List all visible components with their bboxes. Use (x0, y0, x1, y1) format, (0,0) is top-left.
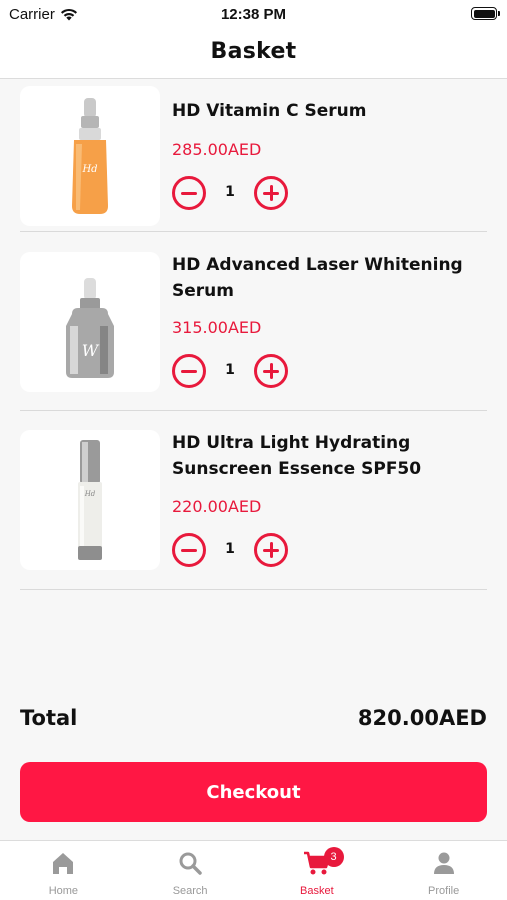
white-pump-bottle-icon: Hd (78, 440, 102, 560)
product-price: 285.00AED (172, 140, 262, 159)
orange-serum-bottle-icon: Hd (72, 98, 108, 214)
svg-text:Hd: Hd (81, 164, 97, 175)
tab-label: Profile (428, 885, 460, 897)
search-icon (179, 852, 202, 875)
checkout-button-label: Checkout (206, 781, 301, 803)
battery-icon (471, 7, 500, 20)
quantity-stepper: 1 (172, 176, 292, 212)
silver-serum-bottle-icon: W (66, 278, 114, 378)
product-image[interactable]: W (20, 252, 160, 392)
cart-count-badge: 3 (323, 847, 344, 867)
tab-bar: Home Search 3 Basket Profile (0, 840, 507, 900)
tab-basket[interactable]: 3 Basket (254, 841, 381, 900)
tab-search[interactable]: Search (127, 841, 254, 900)
quantity-value: 1 (225, 184, 235, 200)
product-name[interactable]: HD Ultra Light Hydrating Sunscreen Essen… (172, 430, 472, 482)
total-row: Total 820.00AED (20, 706, 487, 736)
quantity-value: 1 (225, 362, 235, 378)
product-name[interactable]: HD Vitamin C Serum (172, 98, 472, 124)
page-title: Basket (210, 39, 297, 64)
svg-text:Hd: Hd (84, 490, 96, 498)
status-bar: Carrier 12:38 PM (0, 0, 507, 30)
quantity-value: 1 (225, 541, 235, 557)
clock: 12:38 PM (220, 6, 287, 23)
decrease-quantity-button[interactable] (172, 354, 206, 388)
tab-label: Search (172, 885, 208, 897)
svg-text:W: W (82, 341, 100, 360)
product-name[interactable]: HD Advanced Laser Whitening Serum (172, 252, 472, 304)
product-image[interactable]: Hd (20, 430, 160, 570)
basket-item: Hd HD Ultra Light Hydrating Sunscreen Es… (20, 411, 487, 590)
total-value: 820.00AED (357, 706, 487, 730)
increase-quantity-button[interactable] (254, 176, 288, 210)
basket-item: W HD Advanced Laser Whitening Serum 315.… (20, 232, 487, 411)
tab-profile[interactable]: Profile (380, 841, 507, 900)
product-image[interactable]: Hd (20, 86, 160, 226)
total-label: Total (20, 706, 78, 730)
checkout-button[interactable]: Checkout (20, 762, 487, 822)
tab-label: Home (48, 885, 79, 897)
decrease-quantity-button[interactable] (172, 176, 206, 210)
person-icon (433, 852, 454, 874)
tab-label: Basket (300, 885, 334, 897)
increase-quantity-button[interactable] (254, 354, 288, 388)
nav-bar: Basket (0, 30, 507, 79)
quantity-stepper: 1 (172, 533, 292, 569)
increase-quantity-button[interactable] (254, 533, 288, 567)
quantity-stepper: 1 (172, 354, 292, 390)
basket-item: Hd HD Vitamin C Serum 285.00AED 1 (20, 86, 487, 232)
product-price: 315.00AED (172, 318, 262, 337)
home-icon (53, 853, 74, 874)
tab-home[interactable]: Home (0, 841, 127, 900)
decrease-quantity-button[interactable] (172, 533, 206, 567)
product-price: 220.00AED (172, 497, 262, 516)
